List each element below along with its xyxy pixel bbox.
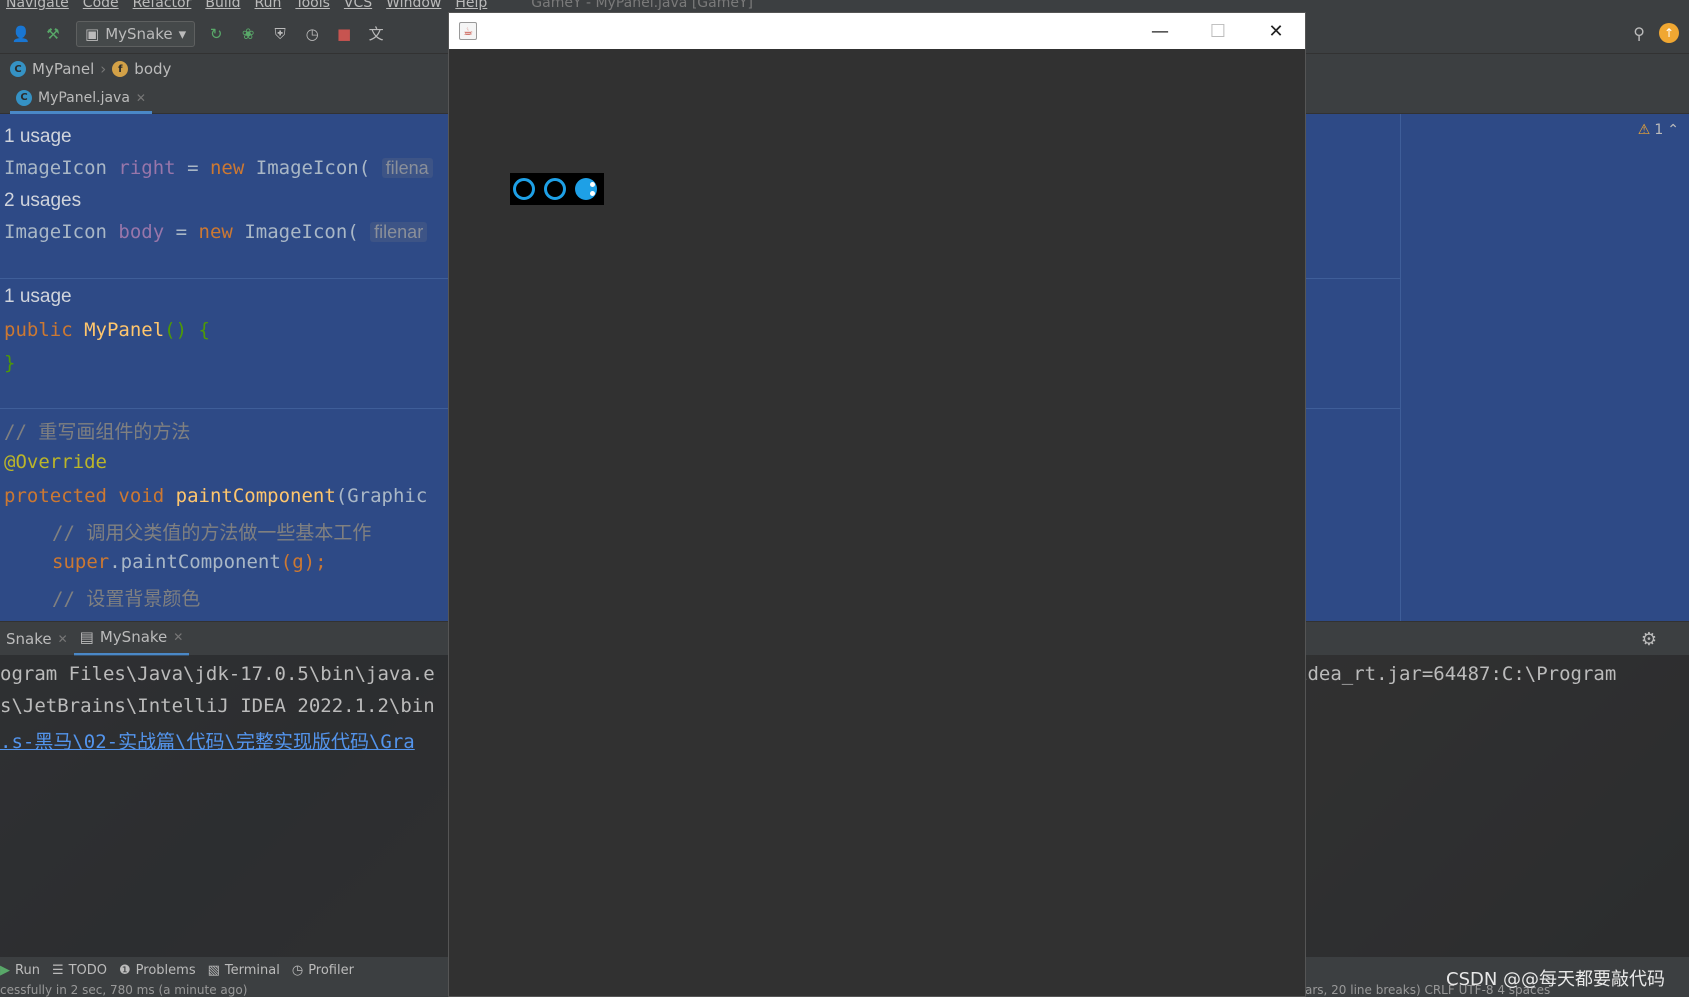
menu-window[interactable]: Window	[386, 0, 441, 11]
terminal-icon: ▧	[207, 962, 220, 978]
console-link[interactable]: .s-黑马\02-实战篇\代码\完整实现版代码\Gra	[0, 727, 415, 754]
menu-help[interactable]: Help	[455, 0, 487, 11]
watermark: CSDN @@每天都要敲代码	[1446, 969, 1666, 990]
game-canvas[interactable]	[449, 49, 1305, 996]
minimize-button[interactable]: —	[1131, 13, 1189, 49]
code-line: protected void paintComponent(Graphic	[4, 485, 428, 507]
build-hammer-icon[interactable]: ⚒	[42, 23, 64, 45]
code-line: public MyPanel() {	[4, 319, 210, 341]
snake-body-segment	[544, 178, 566, 200]
close-icon[interactable]: ✕	[58, 632, 68, 646]
menu-navigate[interactable]: Navigate	[6, 0, 69, 11]
java-icon: ☕	[459, 22, 477, 40]
snake-body-segment	[513, 178, 535, 200]
game-window-titlebar[interactable]: ☕ — ☐ ✕	[449, 13, 1305, 49]
class-icon: C	[10, 61, 26, 77]
list-icon: ☰	[51, 962, 64, 978]
code-line: ImageIcon body = new ImageIcon( filenar	[4, 221, 428, 243]
run-config-icon: ▣	[85, 24, 100, 43]
snake	[510, 173, 604, 205]
profile-icon[interactable]: ◷	[301, 23, 323, 45]
gear-icon[interactable]: ⚙	[1641, 629, 1657, 650]
run-tab-label: MySnake	[99, 628, 168, 646]
run-configuration-select[interactable]: ▣ MySnake ▾	[76, 20, 196, 47]
ide-window-title: GameY - MyPanel.java [GameY]	[531, 0, 753, 11]
console-line: s\JetBrains\IntelliJ IDEA 2022.1.2\bin	[0, 695, 435, 717]
inspection-widget[interactable]: ⚠ 1 ⌃	[1638, 122, 1679, 138]
rerun-icon[interactable]: ↻	[205, 23, 227, 45]
chevron-down-icon: ▾	[178, 24, 187, 43]
menu-run[interactable]: Run	[255, 0, 282, 11]
console-line: idea_rt.jar=64487:C:\Program	[1296, 663, 1617, 685]
tool-problems[interactable]: ❶ Problems	[119, 963, 196, 978]
breadcrumb-separator-icon: ›	[100, 60, 107, 78]
tool-label: Run	[15, 962, 40, 978]
stop-icon[interactable]: ■	[333, 23, 355, 45]
tool-run[interactable]: ▶ Run	[0, 963, 40, 978]
profiler-icon: ◷	[291, 962, 304, 978]
tool-label: Problems	[135, 962, 196, 978]
breadcrumb-field[interactable]: body	[134, 60, 171, 78]
snake-head	[575, 178, 597, 200]
code-comment: // 设置背景颜色	[52, 588, 201, 610]
code-line: super.paintComponent(g);	[52, 551, 327, 573]
search-icon[interactable]: ⚲	[1633, 24, 1645, 43]
tool-terminal[interactable]: ▧ Terminal	[208, 963, 280, 978]
user-icon[interactable]: 👤	[10, 23, 32, 45]
tool-label: Terminal	[224, 962, 280, 978]
snake-eye	[590, 182, 595, 187]
game-window: ☕ — ☐ ✕	[448, 12, 1306, 997]
close-icon[interactable]: ✕	[136, 91, 146, 105]
menu-refactor[interactable]: Refactor	[133, 0, 192, 11]
tool-profiler[interactable]: ◷ Profiler	[292, 963, 354, 978]
field-icon: f	[112, 61, 129, 77]
code-comment: // 重写画组件的方法	[4, 421, 191, 443]
coverage-icon[interactable]: ⛨	[269, 23, 291, 45]
status-message[interactable]: cessfully in 2 sec, 780 ms (a minute ago…	[0, 983, 247, 997]
tool-label: Profiler	[308, 962, 354, 978]
menu-tools[interactable]: Tools	[295, 0, 330, 11]
debug-bug-icon[interactable]: ❀	[237, 23, 259, 45]
toolbar-right: ⚲ ↑	[1633, 23, 1679, 43]
run-config-label: MySnake	[105, 24, 173, 43]
right-margin-guide	[1400, 114, 1401, 621]
usage-hint[interactable]: 1 usage	[4, 126, 72, 148]
console-line: ogram Files\Java\jdk-17.0.5\bin\java.e	[0, 663, 435, 685]
class-icon: C	[16, 89, 32, 106]
code-line: }	[4, 352, 16, 374]
tab-label: MyPanel.java	[38, 89, 130, 106]
breadcrumb-class[interactable]: MyPanel	[32, 60, 94, 78]
run-tab-label: Snake	[6, 629, 52, 648]
play-icon: ▶	[0, 962, 10, 978]
maximize-button[interactable]: ☐	[1189, 13, 1247, 49]
parameter-hint: filena	[381, 158, 433, 178]
code-comment: // 调用父类值的方法做一些基本工作	[52, 522, 372, 544]
warning-count: 1	[1654, 122, 1664, 138]
chevron-up-icon[interactable]: ⌃	[1667, 122, 1679, 138]
tool-todo[interactable]: ☰ TODO	[52, 963, 107, 978]
code-line: ImageIcon right = new ImageIcon( filena	[4, 157, 433, 179]
parameter-hint: filenar	[370, 222, 428, 242]
close-icon[interactable]: ✕	[173, 630, 183, 644]
close-button[interactable]: ✕	[1247, 13, 1305, 49]
usage-hint[interactable]: 2 usages	[4, 190, 81, 212]
tool-label: TODO	[68, 962, 108, 978]
run-tab-mysnake[interactable]: ▤ MySnake ✕	[73, 622, 190, 656]
translate-icon[interactable]: 文	[365, 23, 387, 45]
code-annotation: @Override	[4, 451, 107, 473]
warning-icon: ⚠	[1637, 122, 1651, 138]
menu-code[interactable]: Code	[83, 0, 119, 11]
update-icon[interactable]: ↑	[1659, 23, 1679, 43]
console-icon: ▤	[79, 628, 94, 646]
info-icon: ❶	[119, 962, 131, 978]
tab-mypanel-java[interactable]: C MyPanel.java ✕	[10, 84, 152, 114]
run-tab-snake[interactable]: Snake ✕	[0, 622, 74, 656]
snake-eye	[590, 191, 595, 196]
usage-hint[interactable]: 1 usage	[4, 286, 72, 308]
menu-vcs[interactable]: VCS	[344, 0, 372, 11]
menu-build[interactable]: Build	[205, 0, 240, 11]
